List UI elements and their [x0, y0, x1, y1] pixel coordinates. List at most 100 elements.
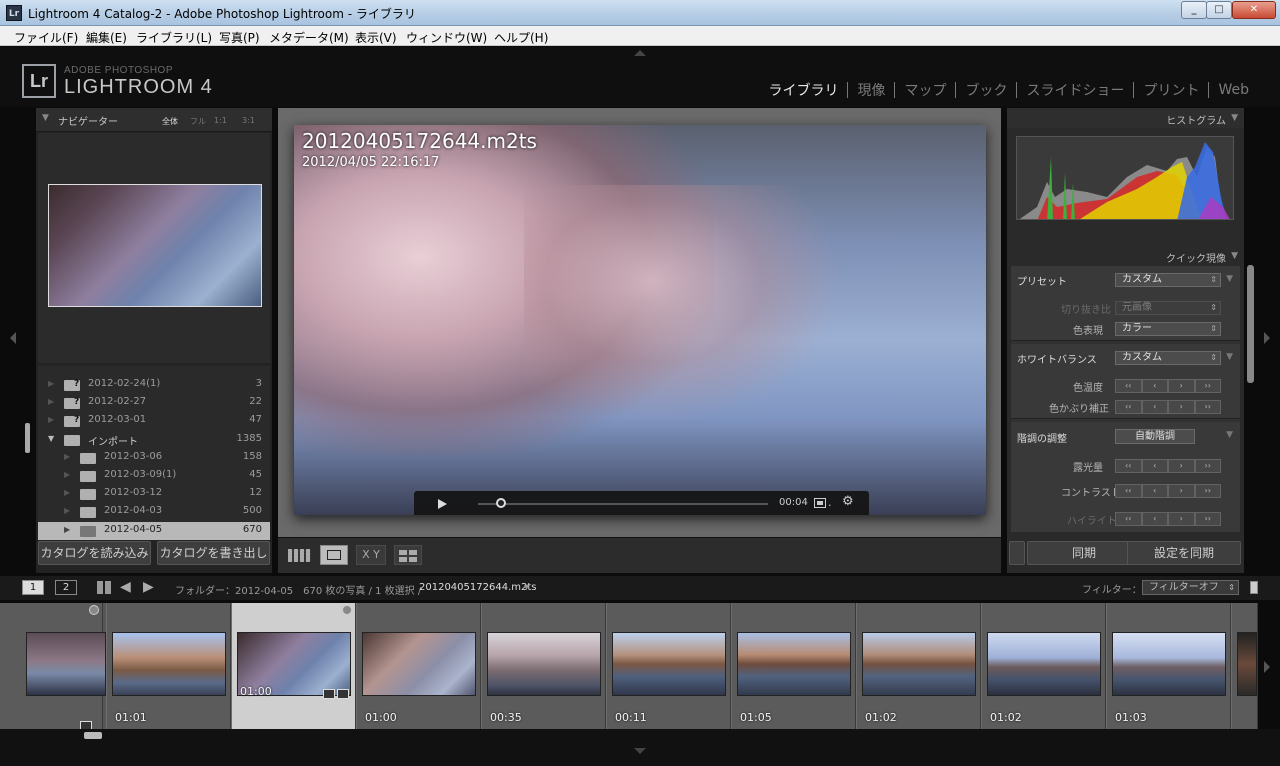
filmstrip-thumbnail[interactable]: 01:03	[1106, 603, 1231, 729]
filmstrip-thumbnail[interactable]	[0, 603, 106, 731]
sync-button[interactable]: 同期	[1027, 541, 1141, 565]
increase-large-button[interactable]: ››	[1194, 459, 1221, 473]
expand-triangle-icon[interactable]: ▼	[1226, 352, 1233, 362]
collapse-arrow-icon[interactable]: ▼	[48, 434, 54, 443]
bottom-panel-toggle-icon[interactable]	[634, 748, 646, 754]
zoom-3-1[interactable]: 3:1	[242, 116, 255, 125]
menu-window[interactable]: ウィンドウ(W)	[406, 29, 487, 46]
white-balance-select[interactable]: カスタム ⇕	[1115, 351, 1221, 365]
expand-arrow-icon[interactable]: ▶	[64, 470, 70, 479]
increase-large-button[interactable]: ››	[1194, 484, 1221, 498]
increase-button[interactable]: ›	[1168, 400, 1195, 414]
decrease-button[interactable]: ‹	[1141, 400, 1168, 414]
folder-row[interactable]: ▶ 2012-02-24(1) 3	[38, 376, 270, 394]
module-map[interactable]: マップ	[895, 80, 955, 100]
module-print[interactable]: プリント	[1134, 80, 1208, 100]
filmstrip-thumbnail[interactable]: 01:01	[106, 603, 231, 729]
navigator-thumbnail[interactable]	[48, 184, 262, 307]
filmstrip-thumbnail[interactable]: 01:02	[856, 603, 981, 729]
decrease-large-button[interactable]: ‹‹	[1115, 484, 1142, 498]
filmstrip-source-path[interactable]: フォルダー：2012-04-05 670 枚の写真 / 1 枚選択 /	[175, 582, 421, 597]
video-scrubber[interactable]	[496, 498, 507, 508]
filmstrip-thumbnail[interactable]: 01:05	[731, 603, 856, 729]
back-arrow-icon[interactable]: ◀	[120, 579, 131, 595]
expand-triangle-icon[interactable]: ▼	[1226, 274, 1233, 284]
filmstrip-scrollbar[interactable]	[84, 732, 102, 739]
loupe-view-button[interactable]	[320, 545, 348, 565]
zoom-fill[interactable]: フル	[190, 116, 206, 127]
increase-button[interactable]: ›	[1168, 512, 1195, 526]
folder-row[interactable]: ▶ 2012-04-03 500	[38, 503, 270, 521]
module-book[interactable]: ブック	[956, 80, 1016, 100]
source-dropdown-arrow-icon[interactable]: ▾	[524, 582, 529, 593]
auto-sync-toggle[interactable]	[1009, 541, 1025, 565]
export-catalog-button[interactable]: カタログを書き出し	[157, 541, 270, 565]
menu-view[interactable]: 表示(V)	[355, 29, 397, 46]
contrast-stepper[interactable]: ‹‹ ‹ › ››	[1115, 484, 1221, 498]
right-panel-scrollbar[interactable]	[1247, 265, 1254, 383]
tint-stepper[interactable]: ‹‹ ‹ › ››	[1115, 400, 1221, 414]
expand-triangle-icon[interactable]: ▼	[1226, 430, 1233, 440]
decrease-button[interactable]: ‹	[1141, 459, 1168, 473]
top-panel-toggle-icon[interactable]	[634, 50, 646, 56]
collapse-triangle-icon[interactable]: ▼	[1231, 251, 1238, 261]
folder-row[interactable]: ▶ 2012-02-27 22	[38, 394, 270, 412]
grid-view-button[interactable]	[284, 545, 314, 565]
module-slideshow[interactable]: スライドショー	[1017, 80, 1133, 100]
decrease-large-button[interactable]: ‹‹	[1115, 379, 1142, 393]
filter-lock-icon[interactable]	[1250, 581, 1258, 594]
increase-large-button[interactable]: ››	[1194, 379, 1221, 393]
expand-arrow-icon[interactable]: ▶	[48, 397, 54, 406]
folder-row[interactable]: ▼ インポート 1385	[38, 431, 270, 449]
expand-arrow-icon[interactable]: ▶	[64, 506, 70, 515]
menu-file[interactable]: ファイル(F)	[14, 29, 78, 46]
module-library[interactable]: ライブラリ	[759, 80, 847, 100]
sync-settings-button[interactable]: 設定を同期	[1127, 541, 1241, 565]
filmstrip-thumbnail[interactable]: 00:35	[481, 603, 606, 729]
auto-tone-button[interactable]: 自動階調	[1115, 429, 1195, 444]
decrease-large-button[interactable]: ‹‹	[1115, 512, 1142, 526]
expand-arrow-icon[interactable]: ▶	[64, 488, 70, 497]
menu-library[interactable]: ライブラリ(L)	[136, 29, 212, 46]
navigator-preview[interactable]	[38, 133, 270, 363]
flag-mark-icon[interactable]	[89, 605, 99, 615]
compare-view-button[interactable]: X Y	[356, 545, 386, 565]
menu-help[interactable]: ヘルプ(H)	[494, 29, 548, 46]
zoom-1-1[interactable]: 1:1	[214, 116, 227, 125]
decrease-button[interactable]: ‹	[1141, 512, 1168, 526]
filmstrip-current-file[interactable]: 20120405172644.m2ts	[419, 582, 537, 593]
menu-metadata[interactable]: メタデータ(M)	[269, 29, 349, 46]
flag-mark-icon[interactable]	[342, 605, 352, 615]
grid-view-icon[interactable]	[97, 581, 111, 594]
loupe-view-image[interactable]: 20120405172644.m2ts 2012/04/05 22:16:17 …	[294, 125, 986, 515]
maximize-button[interactable]: □	[1206, 1, 1232, 19]
decrease-button[interactable]: ‹	[1141, 484, 1168, 498]
filmstrip-right-arrow-icon[interactable]	[1264, 661, 1270, 673]
increase-button[interactable]: ›	[1168, 484, 1195, 498]
filmstrip-thumbnail[interactable]: 01:02	[981, 603, 1106, 729]
play-icon[interactable]	[438, 499, 447, 509]
increase-large-button[interactable]: ››	[1194, 400, 1221, 414]
temperature-stepper[interactable]: ‹‹ ‹ › ››	[1115, 379, 1221, 393]
filmstrip-thumbnail[interactable]: 01:00	[356, 603, 481, 729]
expand-arrow-icon[interactable]: ▶	[48, 379, 54, 388]
module-web[interactable]: Web	[1209, 82, 1258, 98]
secondary-window-button[interactable]: 2	[55, 580, 77, 595]
treatment-select[interactable]: カラー ⇕	[1115, 322, 1221, 336]
highlights-stepper[interactable]: ‹‹ ‹ › ››	[1115, 512, 1221, 526]
left-panel-toggle-icon[interactable]	[10, 332, 16, 344]
collapse-triangle-icon[interactable]: ▼	[42, 113, 49, 123]
navigator-header[interactable]: ▼ ナビゲーター 全体 フル 1:1 3:1	[36, 108, 272, 132]
filter-select[interactable]: フィルターオフ ⇕	[1142, 580, 1239, 595]
filmstrip-thumbnail-selected[interactable]: 01:00	[231, 603, 356, 729]
exposure-stepper[interactable]: ‹‹ ‹ › ››	[1115, 459, 1221, 473]
import-catalog-button[interactable]: カタログを読み込み	[38, 541, 151, 565]
increase-button[interactable]: ›	[1168, 379, 1195, 393]
menu-photo[interactable]: 写真(P)	[219, 29, 260, 46]
right-panel-toggle-icon[interactable]	[1264, 332, 1270, 344]
forward-arrow-icon[interactable]: ▶	[143, 579, 154, 595]
video-timeline[interactable]	[478, 503, 768, 505]
collapse-triangle-icon[interactable]: ▼	[1231, 113, 1238, 123]
decrease-large-button[interactable]: ‹‹	[1115, 459, 1142, 473]
left-panel-scrollbar[interactable]	[25, 423, 30, 453]
